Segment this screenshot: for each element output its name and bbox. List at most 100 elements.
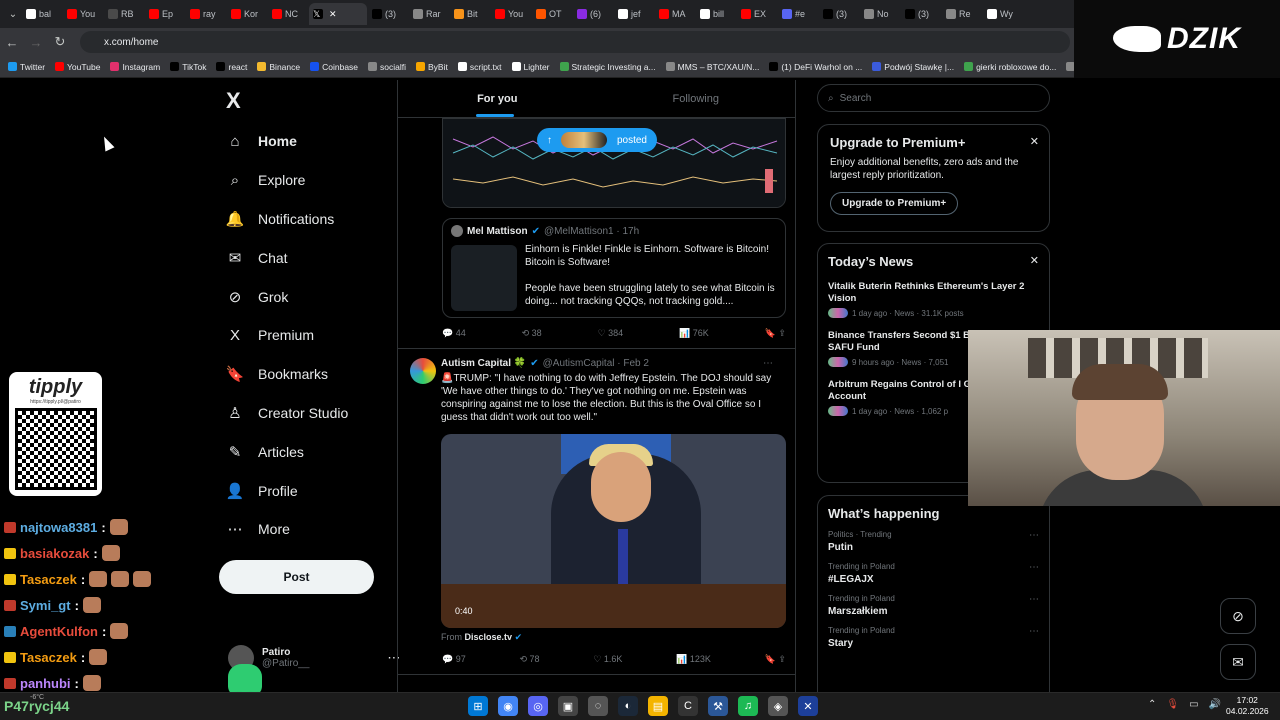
chrome-icon[interactable]: ◉ [498,696,518,716]
browser-tab[interactable]: jef [614,3,654,25]
obs-icon[interactable]: ◌ [588,696,608,716]
tool-icon[interactable]: ⚒ [708,696,728,716]
post-button[interactable]: Post [219,560,374,594]
source-link[interactable]: Disclose.tv [465,632,513,642]
x-app-icon[interactable]: ✕ [798,696,818,716]
bookmark-item[interactable]: react [216,62,247,72]
browser-tab[interactable]: (3) [368,3,408,25]
close-tab-icon[interactable]: ✕ [329,9,337,20]
avatar[interactable] [410,358,436,384]
repost-button[interactable]: ⟲ 78 [520,654,540,665]
tab-for-you[interactable]: For you [398,80,597,117]
tab-following[interactable]: Following [597,80,796,117]
browser-tab[interactable]: Re [942,3,982,25]
bookmark-item[interactable]: Twitter [8,62,45,72]
browser-tab[interactable]: bal [22,3,62,25]
chevron-up-icon[interactable]: ⌃ [1148,699,1156,710]
sidebar-item-more[interactable]: ⋯ More [224,510,394,549]
tweet-video[interactable]: 0:40 [441,434,786,628]
browser-tab[interactable]: 𝕏 ✕ [309,3,367,25]
browser-tab[interactable]: Bit [450,3,490,25]
bookmark-item[interactable]: TikTok [170,62,206,72]
bookmark-item[interactable]: (1) DeFi Warhol on ... [769,62,862,72]
browser-tab[interactable]: MA [655,3,695,25]
system-clock[interactable]: 17:02 04.02.2026 [1226,695,1269,717]
browser-tab[interactable]: (3) [901,3,941,25]
folder-icon[interactable]: ▤ [648,696,668,716]
bookmark-icon[interactable]: 🔖 ⇪ [765,654,786,665]
network-icon[interactable]: ▭ [1189,699,1198,710]
views-button[interactable]: 📊 123K [676,654,711,665]
trend-item[interactable]: Trending in Poland #LEGAJX ⋯ [828,562,1039,585]
browser-tab[interactable]: bill [696,3,736,25]
volume-icon[interactable]: 🔊 [1209,699,1221,710]
news-item[interactable]: Vitalik Buterin Rethinks Ethereum's Laye… [828,281,1039,318]
browser-tab[interactable]: (3) [819,3,859,25]
bookmark-item[interactable]: Podwój Stawkę |... [872,62,954,72]
more-dots-icon[interactable]: ⋯ [1029,530,1039,541]
browser-tab[interactable]: RB [104,3,144,25]
upgrade-button[interactable]: Upgrade to Premium+ [830,192,959,215]
sidebar-item-grok[interactable]: ⊘ Grok [224,277,394,316]
cursor-app-icon[interactable]: C [678,696,698,716]
more-dots-icon[interactable]: ⋯ [1029,626,1039,637]
tweet-author-name[interactable]: Autism Capital 🍀 [441,358,526,369]
new-posts-pill[interactable]: ↑ posted [537,128,657,152]
sidebar-item-creator-studio[interactable]: ♙ Creator Studio [224,394,394,433]
more-dots-icon[interactable]: ⋯ [763,358,773,369]
sidebar-item-chat[interactable]: ✉ Chat [224,238,394,277]
sidebar-item-explore[interactable]: ⌕ Explore [224,161,394,200]
bookmark-item[interactable]: Instagram [110,62,160,72]
sidebar-item-bookmarks[interactable]: 🔖 Bookmarks [224,355,394,394]
trend-item[interactable]: Trending in Poland Marszałkiem ⋯ [828,594,1039,617]
url-input[interactable]: x.com/home [80,31,1070,53]
bookmark-item[interactable]: script.txt [457,62,502,72]
bookmark-item[interactable]: Lighter [511,62,550,72]
browser-tab[interactable]: Rar [409,3,449,25]
close-icon[interactable]: ✕ [1030,135,1039,148]
like-button[interactable]: ♡ 384 [598,328,624,339]
bookmark-item[interactable]: gierki robloxowe do... [964,62,1056,72]
sidebar-item-articles[interactable]: ✎ Articles [224,432,394,471]
steam-icon[interactable]: ◐ [618,696,638,716]
browser-tab[interactable]: No [860,3,900,25]
bookmark-icon[interactable]: 🔖 ⇪ [765,328,786,339]
app-icon[interactable]: ▣ [558,696,578,716]
browser-tab[interactable]: You [63,3,103,25]
discord-icon[interactable]: ◎ [528,696,548,716]
sidebar-item-premium[interactable]: X Premium [224,316,394,355]
browser-tab[interactable]: NC [268,3,308,25]
bookmark-item[interactable]: ByBit [416,62,448,72]
views-button[interactable]: 📊 76K [679,328,709,339]
bookmark-item[interactable]: YouTube [55,62,100,72]
browser-tab[interactable]: OT [532,3,572,25]
sidebar-item-notifications[interactable]: 🔔 Notifications [224,200,394,239]
back-icon[interactable]: ← [0,30,24,54]
browser-tab[interactable]: #e [778,3,818,25]
start-icon[interactable]: ⊞ [468,696,488,716]
browser-tab[interactable]: Wy [983,3,1023,25]
sidebar-item-profile[interactable]: 👤 Profile [224,471,394,510]
trend-item[interactable]: Politics · Trending Putin ⋯ [828,530,1039,553]
more-dots-icon[interactable]: ⋯ [1029,594,1039,605]
browser-tab[interactable]: (6) [573,3,613,25]
bookmark-item[interactable]: MMS – BTC/XAU/N... [665,62,759,72]
search-input[interactable]: ⌕ Search [817,84,1050,112]
close-icon[interactable]: ✕ [1030,254,1039,267]
trend-item[interactable]: Trending in Poland Stary ⋯ [828,626,1039,649]
browser-tab[interactable]: Kor [227,3,267,25]
spotify-icon[interactable]: ♫ [738,696,758,716]
messages-icon[interactable]: ✉ [1220,644,1256,680]
forward-icon[interactable]: → [24,30,48,54]
x-logo[interactable]: X [226,88,241,114]
quoted-tweet[interactable]: Mel Mattison ✔ @MelMattison1 · 17h Einho… [442,218,786,318]
mic-icon[interactable]: 🎙 [1166,699,1179,710]
sidebar-item-home[interactable]: ⌂ Home [224,122,394,161]
reply-button[interactable]: 💬 97 [442,654,466,665]
reply-button[interactable]: 💬 44 [442,328,466,339]
browser-tab[interactable]: ray [186,3,226,25]
like-button[interactable]: ♡ 1.6K [593,654,622,665]
browser-tab[interactable]: You [491,3,531,25]
repost-button[interactable]: ⟲ 38 [522,328,542,339]
tab-search-icon[interactable]: ⌄ [4,2,22,26]
